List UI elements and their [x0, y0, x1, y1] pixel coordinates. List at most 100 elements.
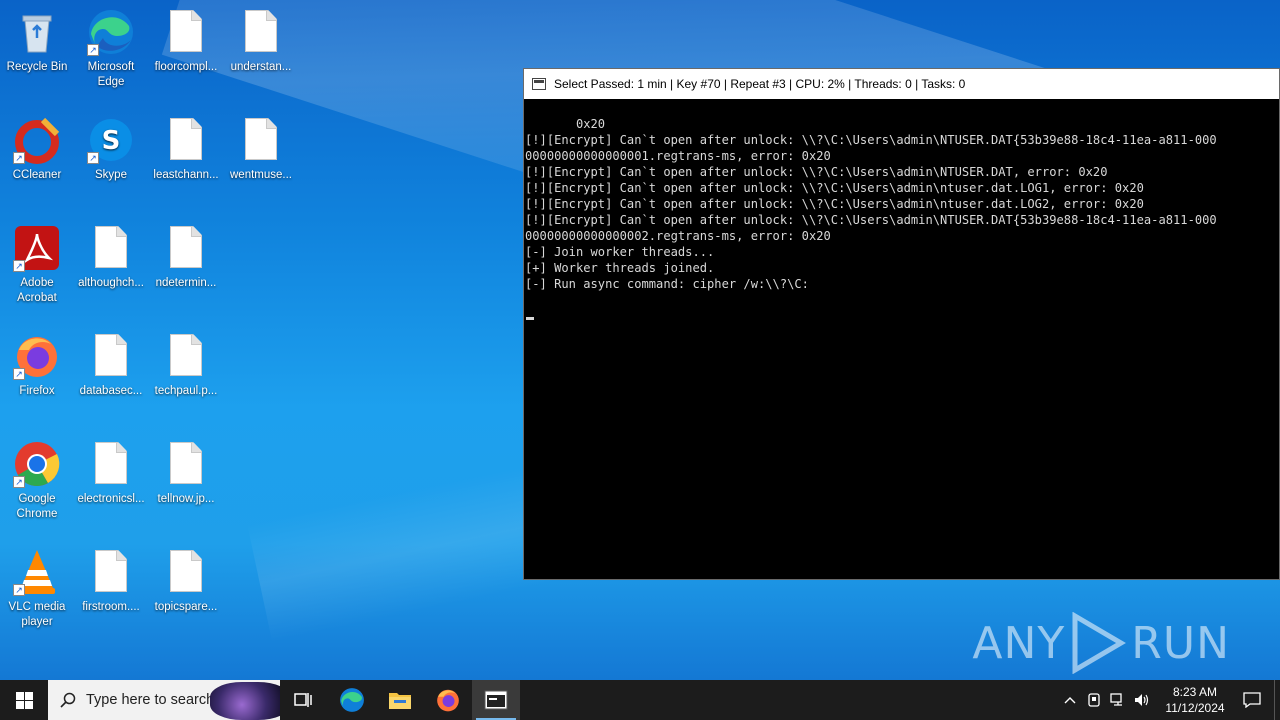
- clock-date: 11/12/2024: [1165, 701, 1225, 715]
- search-placeholder: Type here to search: [86, 692, 215, 708]
- file-icon: [87, 224, 135, 272]
- desktop-icon-file[interactable]: ndetermin...: [149, 224, 223, 291]
- search-highlight-image: [210, 682, 280, 720]
- desktop-icon-google-chrome[interactable]: ↗ Google Chrome: [0, 440, 74, 522]
- desktop-icon-file[interactable]: firstroom....: [74, 548, 148, 615]
- file-icon: [162, 224, 210, 272]
- action-center-button[interactable]: [1230, 680, 1274, 720]
- taskbar-file-explorer[interactable]: [376, 680, 424, 720]
- tray-device-icon[interactable]: [1082, 680, 1106, 720]
- notification-icon: [1243, 692, 1261, 708]
- desktop-icon-file[interactable]: topicspare...: [149, 548, 223, 615]
- skype-icon: S ↗: [87, 116, 135, 164]
- file-icon: [87, 440, 135, 488]
- file-icon: [162, 332, 210, 380]
- taskbar-firefox[interactable]: [424, 680, 472, 720]
- desktop-icon-file[interactable]: electronicsl...: [74, 440, 148, 507]
- console-app-icon: [484, 690, 508, 710]
- file-icon: [237, 8, 285, 56]
- acrobat-icon: ↗: [13, 224, 61, 272]
- console-cursor: [526, 317, 534, 320]
- console-output[interactable]: 0x20 [!][Encrypt] Can`t open after unloc…: [524, 99, 1279, 579]
- recycle-bin-icon: [13, 8, 61, 56]
- desktop: Recycle Bin ↗ CCleaner ↗ Adobe Acrobat ↗…: [0, 0, 1280, 680]
- taskbar: Type here to search 8:23 AM 11/12/2024: [0, 680, 1280, 720]
- desktop-icon-skype[interactable]: S ↗ Skype: [74, 116, 148, 183]
- console-title: Select Passed: 1 min | Key #70 | Repeat …: [554, 77, 966, 91]
- volume-icon[interactable]: [1130, 680, 1154, 720]
- desktop-icon-label: ndetermin...: [155, 277, 217, 289]
- anyrun-watermark: ANY RUN: [972, 612, 1230, 674]
- watermark-left-text: ANY: [972, 617, 1066, 669]
- desktop-icon-file[interactable]: understan...: [224, 8, 298, 75]
- desktop-icon-file[interactable]: wentmuse...: [224, 116, 298, 183]
- file-icon: [237, 116, 285, 164]
- desktop-icon-microsoft-edge[interactable]: ↗ Microsoft Edge: [74, 8, 148, 90]
- firefox-icon: ↗: [13, 332, 61, 380]
- svg-text:S: S: [102, 126, 121, 156]
- desktop-icon-label: databasec...: [79, 385, 143, 397]
- desktop-icon-label: wentmuse...: [230, 169, 292, 181]
- desktop-icon-file[interactable]: techpaul.p...: [149, 332, 223, 399]
- watermark-right-text: RUN: [1131, 617, 1230, 669]
- desktop-icon-ccleaner[interactable]: ↗ CCleaner: [0, 116, 74, 183]
- desktop-icon-file[interactable]: althoughch...: [74, 224, 148, 291]
- edge-icon: ↗: [87, 8, 135, 56]
- console-app-icon: [532, 78, 546, 90]
- desktop-icon-file[interactable]: floorcompl...: [149, 8, 223, 75]
- edge-icon: [340, 688, 364, 712]
- file-icon: [87, 548, 135, 596]
- desktop-icon-file[interactable]: leastchann...: [149, 116, 223, 183]
- desktop-icon-label: electronicsl...: [77, 493, 145, 505]
- desktop-icon-label: Firefox: [19, 385, 55, 397]
- file-icon: [162, 548, 210, 596]
- task-view-icon: [294, 693, 312, 707]
- desktop-icon-label: leastchann...: [153, 169, 219, 181]
- play-logo-icon: [1072, 612, 1127, 674]
- clock-time: 8:23 AM: [1172, 685, 1218, 699]
- file-icon: [87, 332, 135, 380]
- folder-icon: [389, 693, 411, 709]
- desktop-icon-label: Adobe Acrobat: [17, 277, 57, 304]
- start-button[interactable]: [0, 680, 48, 720]
- desktop-icon-label: CCleaner: [12, 169, 62, 181]
- desktop-icon-label: Google Chrome: [16, 493, 58, 520]
- desktop-icon-label: VLC media player: [8, 601, 66, 628]
- desktop-icon-adobe-acrobat[interactable]: ↗ Adobe Acrobat: [0, 224, 74, 306]
- chrome-icon: ↗: [13, 440, 61, 488]
- desktop-icon-label: althoughch...: [78, 277, 144, 289]
- desktop-icon-label: understan...: [230, 61, 292, 73]
- tray-overflow-chevron-icon[interactable]: [1058, 680, 1082, 720]
- desktop-icon-vlc[interactable]: ↗ VLC media player: [0, 548, 74, 630]
- desktop-icon-label: topicspare...: [154, 601, 218, 613]
- console-titlebar[interactable]: Select Passed: 1 min | Key #70 | Repeat …: [524, 69, 1279, 99]
- search-icon: [60, 692, 76, 708]
- taskbar-search-box[interactable]: Type here to search: [48, 680, 280, 720]
- network-icon[interactable]: [1106, 680, 1130, 720]
- show-desktop-button[interactable]: [1274, 680, 1280, 720]
- system-tray: 8:23 AM 11/12/2024: [1058, 680, 1280, 720]
- firefox-icon: [437, 689, 459, 712]
- desktop-icon-firefox[interactable]: ↗ Firefox: [0, 332, 74, 399]
- desktop-icon-label: techpaul.p...: [154, 385, 218, 397]
- file-icon: [162, 116, 210, 164]
- vlc-icon: ↗: [13, 548, 61, 596]
- taskbar-clock[interactable]: 8:23 AM 11/12/2024: [1160, 684, 1230, 716]
- desktop-icon-label: Recycle Bin: [6, 61, 68, 73]
- windows-icon: [15, 691, 33, 709]
- taskbar-edge[interactable]: [328, 680, 376, 720]
- console-output-text: 0x20 [!][Encrypt] Can`t open after unloc…: [525, 117, 1217, 291]
- task-view-button[interactable]: [280, 680, 328, 720]
- desktop-icon-file[interactable]: tellnow.jp...: [149, 440, 223, 507]
- console-window[interactable]: Select Passed: 1 min | Key #70 | Repeat …: [523, 68, 1280, 580]
- file-icon: [162, 8, 210, 56]
- desktop-icon-file[interactable]: databasec...: [74, 332, 148, 399]
- desktop-icon-label: firstroom....: [82, 601, 140, 613]
- file-icon: [162, 440, 210, 488]
- ccleaner-icon: ↗: [13, 116, 61, 164]
- desktop-icon-recycle-bin[interactable]: Recycle Bin: [0, 8, 74, 75]
- desktop-icon-label: Microsoft Edge: [87, 61, 135, 88]
- taskbar-console-app[interactable]: [472, 680, 520, 720]
- desktop-icon-label: Skype: [95, 169, 127, 181]
- desktop-icon-label: tellnow.jp...: [157, 493, 215, 505]
